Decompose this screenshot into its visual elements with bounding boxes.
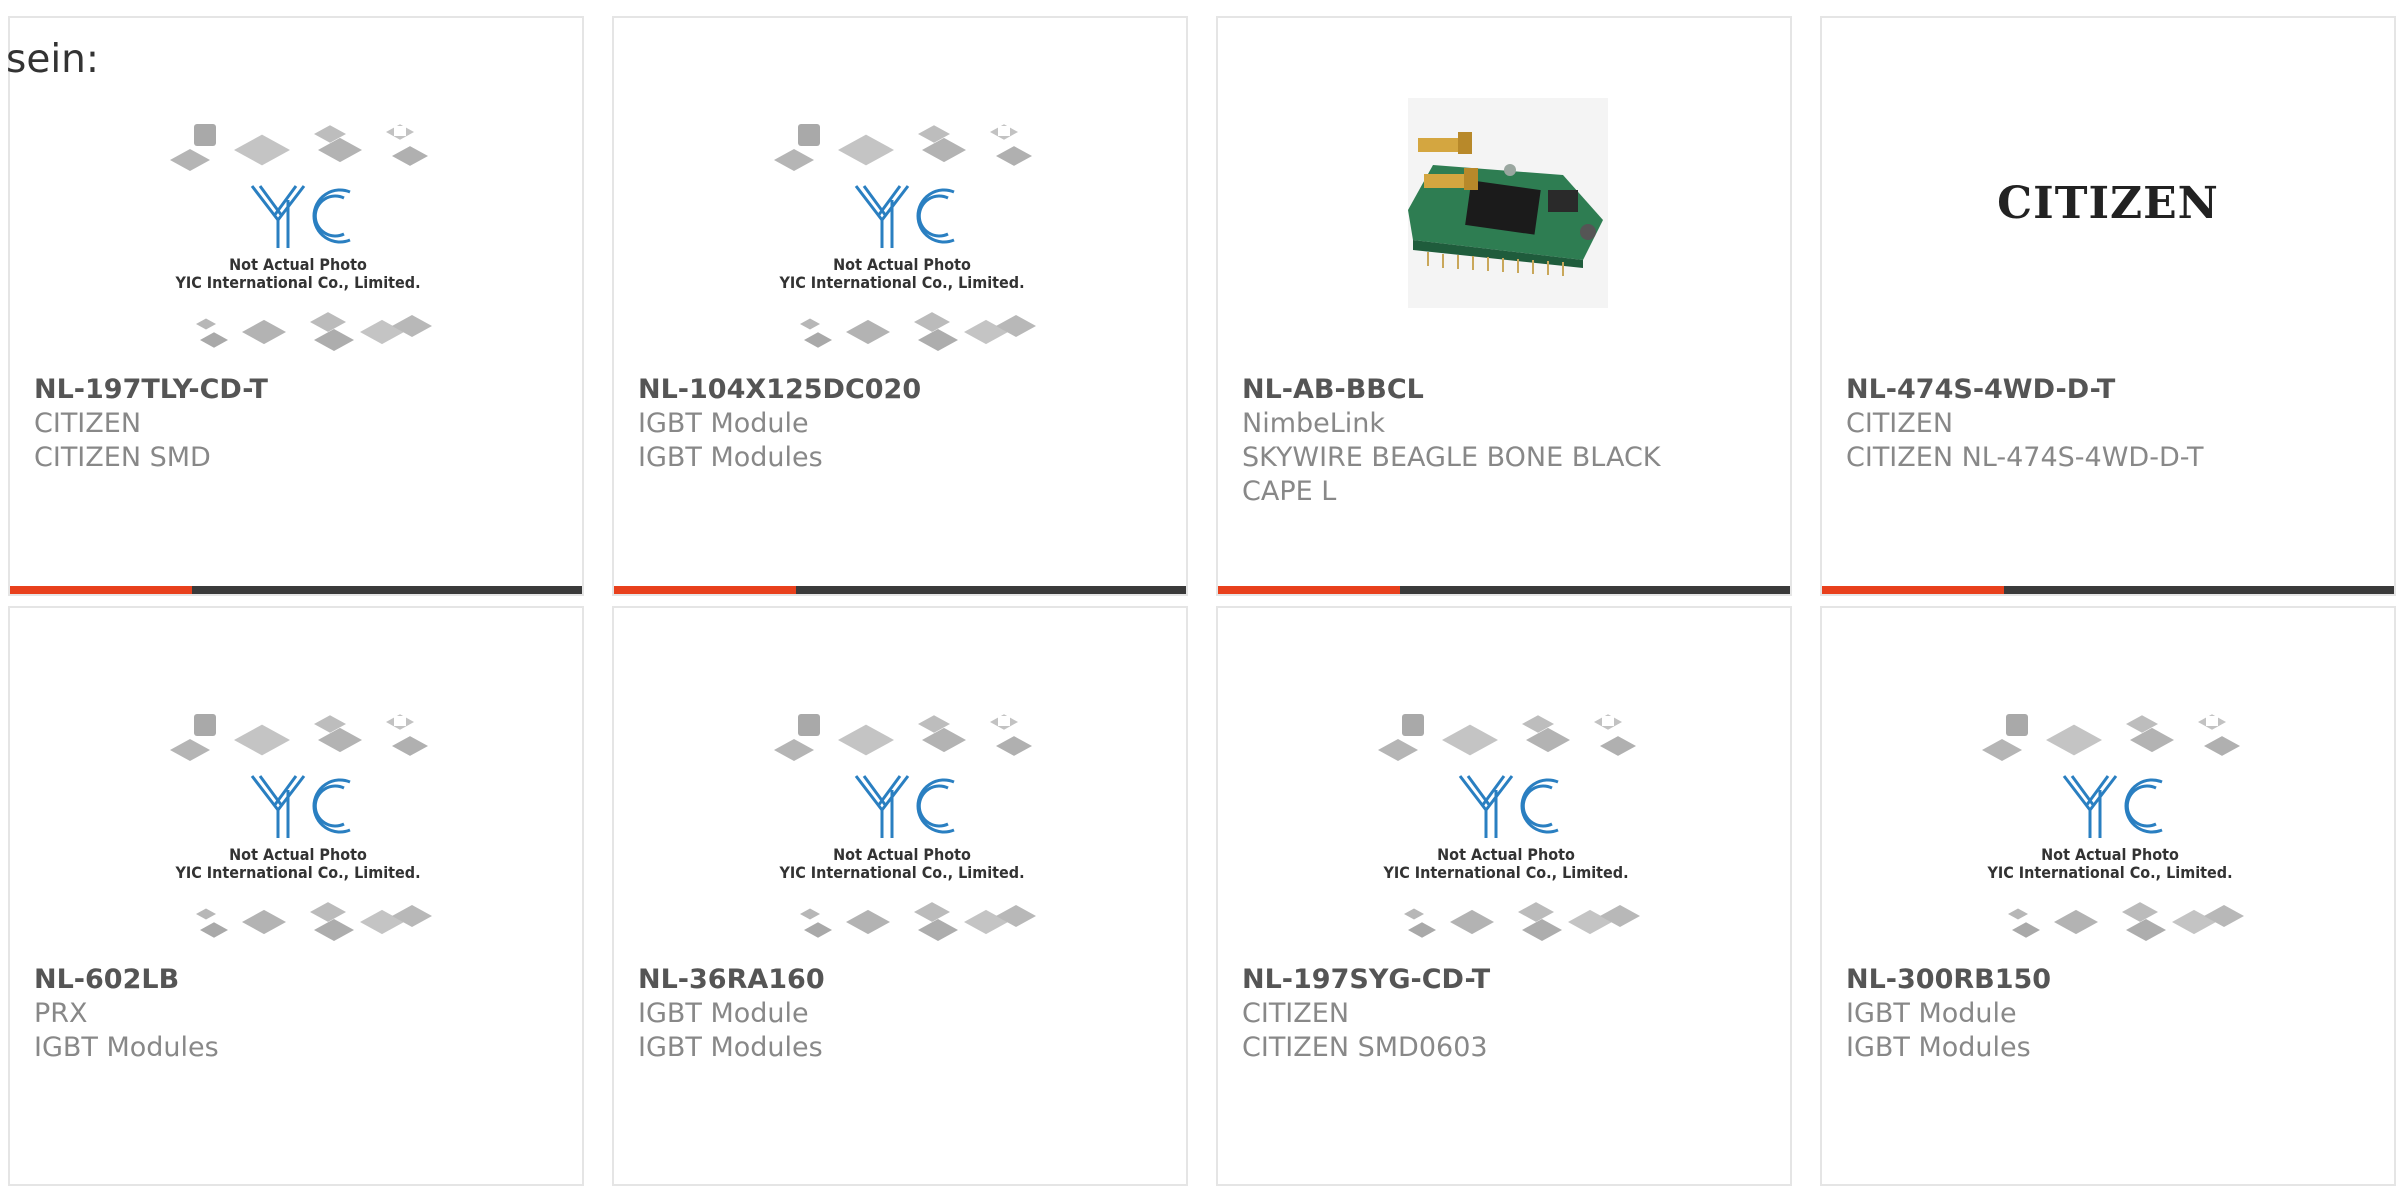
card-accent-bar	[614, 586, 1186, 594]
description: CITIZEN NL-474S-4WD-D-T	[1846, 442, 2204, 473]
description: CITIZEN SMD0603	[1242, 1032, 1488, 1063]
svg-text:Not Actual Photo: Not Actual Photo	[1437, 845, 1575, 864]
part-number[interactable]: NL-602LB	[34, 963, 562, 997]
description: CITIZEN SMD	[34, 442, 211, 473]
description: IGBT Modules	[638, 1032, 823, 1063]
placeholder-image[interactable]: Not Actual Photo YIC International Co., …	[614, 660, 1186, 960]
intro-text: sein:	[6, 37, 100, 82]
svg-text:YIC International Co., Limited: YIC International Co., Limited.	[778, 273, 1024, 292]
description: IGBT Modules	[34, 1032, 219, 1063]
part-number[interactable]: NL-AB-BBCL	[1242, 373, 1770, 407]
product-card[interactable]: Not Actual Photo YIC International Co., …	[1216, 606, 1792, 1186]
manufacturer: IGBT Module	[638, 998, 809, 1029]
manufacturer: IGBT Module	[638, 408, 809, 439]
description: IGBT Modules	[1846, 1032, 2031, 1063]
placeholder-image[interactable]: Not Actual Photo YIC International Co., …	[1218, 660, 1790, 960]
svg-text:YIC International Co., Limited: YIC International Co., Limited.	[1986, 863, 2232, 882]
svg-text:YIC International Co., Limited: YIC International Co., Limited.	[778, 863, 1024, 882]
svg-text:YIC International Co., Limited: YIC International Co., Limited.	[174, 273, 420, 292]
citizen-logo: CITIZEN	[1997, 178, 2219, 229]
part-number[interactable]: NL-36RA160	[638, 963, 1166, 997]
svg-text:YIC International Co., Limited: YIC International Co., Limited.	[174, 863, 420, 882]
svg-text:YIC International Co., Limited: YIC International Co., Limited.	[1382, 863, 1628, 882]
part-number[interactable]: NL-300RB150	[1846, 963, 2374, 997]
product-card[interactable]: Not Actual Photo YIC International Co., …	[612, 606, 1188, 1186]
product-card[interactable]: Not Actual Photo YIC International Co., …	[1820, 606, 2396, 1186]
manufacturer: PRX	[34, 998, 88, 1029]
part-number[interactable]: NL-104X125DC020	[638, 373, 1166, 407]
card-accent-bar	[1218, 586, 1790, 594]
placeholder-image[interactable]: Not Actual Photo YIC International Co., …	[10, 70, 582, 370]
placeholder-image[interactable]: Not Actual Photo YIC International Co., …	[1822, 660, 2394, 960]
card-accent-bar	[1822, 586, 2394, 594]
svg-text:Not Actual Photo: Not Actual Photo	[833, 845, 971, 864]
placeholder-image[interactable]: Not Actual Photo YIC International Co., …	[10, 660, 582, 960]
manufacturer: NimbeLink	[1242, 408, 1386, 439]
part-number[interactable]: NL-197SYG-CD-T	[1242, 963, 1770, 997]
part-number[interactable]: NL-197TLY-CD-T	[34, 373, 562, 407]
svg-text:Not Actual Photo: Not Actual Photo	[2041, 845, 2179, 864]
description: IGBT Modules	[638, 442, 823, 473]
part-number[interactable]: NL-474S-4WD-D-T	[1846, 373, 2374, 407]
brand-logo-image[interactable]: CITIZEN	[1822, 70, 2394, 370]
placeholder-image[interactable]: Not Actual Photo YIC International Co., …	[614, 70, 1186, 370]
product-card[interactable]: NL-AB-BBCL NimbeLink SKYWIRE BEAGLE BONE…	[1216, 16, 1792, 596]
product-card[interactable]: Not Actual Photo YIC International Co., …	[8, 606, 584, 1186]
manufacturer: CITIZEN	[34, 408, 142, 439]
svg-text:Not Actual Photo: Not Actual Photo	[229, 845, 367, 864]
product-card[interactable]: Not Actual Photo YIC International Co., …	[8, 16, 584, 596]
circuit-board-image	[1408, 98, 1608, 308]
card-accent-bar	[10, 586, 582, 594]
svg-text:Not Actual Photo: Not Actual Photo	[229, 255, 367, 274]
manufacturer: IGBT Module	[1846, 998, 2017, 1029]
board-photo[interactable]	[1218, 70, 1790, 370]
manufacturer: CITIZEN	[1242, 998, 1350, 1029]
manufacturer: CITIZEN	[1846, 408, 1954, 439]
product-card[interactable]: Not Actual Photo YIC International Co., …	[612, 16, 1188, 596]
svg-text:Not Actual Photo: Not Actual Photo	[833, 255, 971, 274]
description: SKYWIRE BEAGLE BONE BLACK CAPE L	[1242, 442, 1661, 507]
product-card[interactable]: CITIZEN NL-474S-4WD-D-T CITIZEN CITIZEN …	[1820, 16, 2396, 596]
